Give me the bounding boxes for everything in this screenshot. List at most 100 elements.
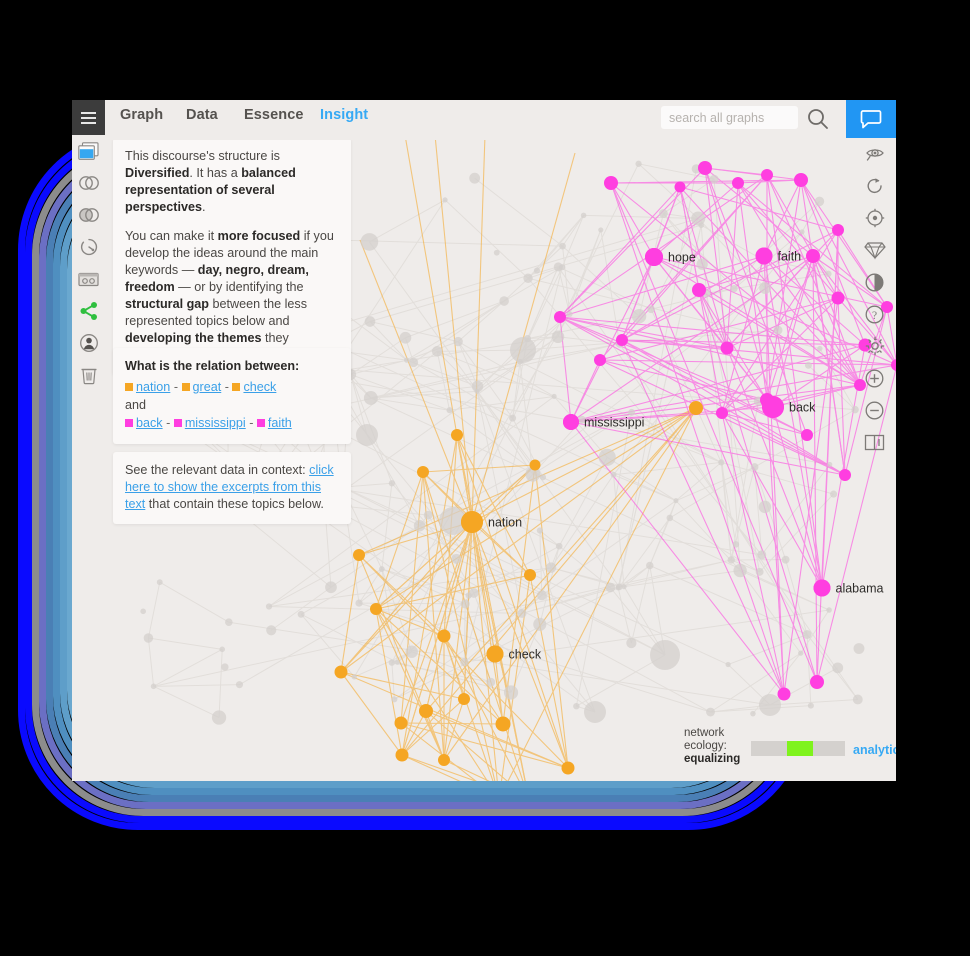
graph-node[interactable]: [566, 311, 573, 318]
graph-node[interactable]: [394, 659, 400, 665]
graph-node[interactable]: [666, 514, 674, 522]
graph-node-orange[interactable]: [524, 569, 536, 581]
graph-node[interactable]: [646, 561, 654, 570]
graph-node[interactable]: [405, 645, 418, 658]
graph-node-magenta[interactable]: [761, 169, 773, 181]
graph-node[interactable]: [605, 582, 616, 593]
graph-node[interactable]: [211, 710, 227, 725]
graph-node-magenta[interactable]: [716, 407, 728, 419]
graph-node[interactable]: [460, 599, 470, 609]
graph-node[interactable]: [827, 461, 833, 468]
graph-node[interactable]: [732, 541, 740, 548]
graph-node-magenta[interactable]: [832, 224, 844, 236]
graph-node[interactable]: [573, 702, 580, 710]
graph-node[interactable]: [469, 588, 479, 598]
graph-node[interactable]: [626, 637, 637, 649]
graph-node-orange[interactable]: [689, 401, 703, 415]
graph-node[interactable]: [804, 361, 812, 369]
graph-node[interactable]: [555, 542, 563, 550]
graph-node[interactable]: [235, 681, 244, 689]
graph-node[interactable]: [817, 345, 823, 352]
gear-icon[interactable]: [853, 330, 896, 362]
graph-node[interactable]: [266, 625, 277, 636]
graph-node[interactable]: [442, 197, 448, 203]
graph-node[interactable]: [536, 527, 543, 534]
graph-node[interactable]: [453, 336, 463, 347]
graph-node-back[interactable]: [762, 396, 784, 418]
graph-node[interactable]: [503, 685, 519, 700]
graph-node[interactable]: [832, 662, 844, 674]
graph-node[interactable]: [584, 701, 606, 723]
graph-node[interactable]: [730, 285, 738, 293]
contrast-icon[interactable]: [853, 266, 896, 298]
plus-icon[interactable]: [853, 362, 896, 394]
graph-node[interactable]: [413, 519, 426, 532]
keyword-link-back[interactable]: back: [136, 416, 163, 430]
graph-node[interactable]: [580, 212, 587, 219]
graph-node[interactable]: [759, 694, 781, 716]
graph-node[interactable]: [807, 702, 814, 709]
venn-circles-icon[interactable]: [72, 167, 105, 199]
graph-node[interactable]: [297, 610, 305, 618]
graph-node[interactable]: [143, 633, 154, 643]
graph-node[interactable]: [404, 357, 410, 363]
share-icon[interactable]: [72, 295, 105, 327]
graph-node[interactable]: [140, 608, 146, 615]
graph-node[interactable]: [219, 646, 226, 653]
graph-node[interactable]: [399, 331, 412, 344]
graph-node-magenta[interactable]: [698, 161, 712, 175]
graph-node[interactable]: [709, 174, 719, 184]
graph-node-orange[interactable]: [458, 693, 470, 705]
graph-node[interactable]: [757, 550, 767, 560]
graph-node[interactable]: [759, 282, 771, 294]
graph-node[interactable]: [610, 471, 617, 478]
graph-node[interactable]: [598, 227, 604, 233]
graph-node-nation[interactable]: [461, 511, 483, 533]
graph-node[interactable]: [545, 562, 557, 573]
trash-icon[interactable]: [72, 359, 105, 391]
tab-insight[interactable]: Insight: [320, 107, 368, 123]
graph-node-mississippi[interactable]: [563, 414, 579, 430]
graph-node[interactable]: [471, 380, 484, 393]
graph-node-magenta[interactable]: [674, 181, 686, 193]
graph-node-orange[interactable]: [353, 549, 365, 561]
graph-node[interactable]: [698, 222, 704, 228]
graph-node[interactable]: [798, 650, 804, 656]
graph-node[interactable]: [355, 599, 363, 607]
graph-node[interactable]: [733, 563, 747, 578]
graph-node[interactable]: [431, 346, 443, 357]
keyword-link-check[interactable]: check: [243, 380, 276, 394]
graph-node[interactable]: [631, 308, 647, 324]
graph-node[interactable]: [825, 270, 832, 278]
graph-node[interactable]: [510, 337, 536, 363]
graph-node-magenta[interactable]: [801, 429, 813, 441]
graph-node[interactable]: [446, 407, 453, 414]
graph-node-magenta[interactable]: [810, 675, 824, 689]
graph-node-orange[interactable]: [437, 629, 451, 643]
venn-circles-filled-icon[interactable]: [72, 199, 105, 231]
graph-node[interactable]: [758, 500, 772, 514]
tab-data[interactable]: Data: [186, 107, 218, 123]
graph-node[interactable]: [826, 607, 832, 613]
graph-node[interactable]: [225, 618, 233, 627]
graph-node-faith[interactable]: [755, 247, 773, 265]
graph-node[interactable]: [150, 683, 157, 690]
graph-node-magenta[interactable]: [604, 176, 618, 190]
history-clock-icon[interactable]: [72, 231, 105, 263]
graph-node[interactable]: [523, 273, 533, 283]
graph-node-magenta[interactable]: [594, 354, 606, 366]
graph-node[interactable]: [423, 510, 433, 520]
search-icon[interactable]: [805, 106, 831, 132]
graph-node[interactable]: [773, 325, 783, 335]
graph-node[interactable]: [598, 448, 616, 466]
graph-node-magenta[interactable]: [777, 687, 791, 701]
graph-node-orange[interactable]: [495, 716, 511, 732]
graph-node[interactable]: [533, 617, 547, 631]
graph-node[interactable]: [673, 498, 679, 504]
analytics-link[interactable]: analytics: [853, 743, 896, 757]
graph-node[interactable]: [533, 267, 541, 274]
graph-node-magenta[interactable]: [806, 249, 820, 263]
graph-node[interactable]: [559, 264, 566, 271]
graph-node[interactable]: [499, 296, 509, 306]
graph-node[interactable]: [388, 659, 396, 666]
